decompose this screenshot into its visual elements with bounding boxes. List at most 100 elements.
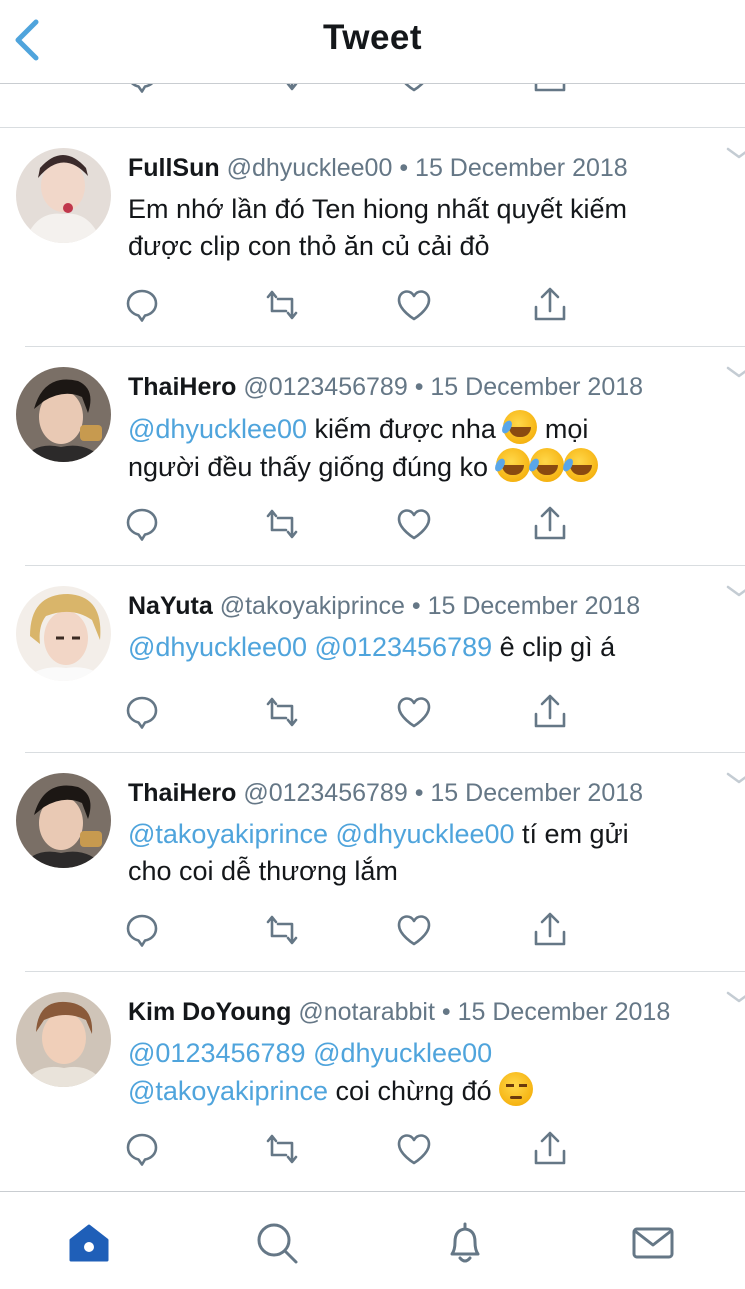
display-name[interactable]: NaYuta xyxy=(128,592,213,620)
bell-icon xyxy=(450,1222,480,1263)
mention-link[interactable]: @0123456789 xyxy=(128,1038,306,1068)
retweet-button[interactable] xyxy=(262,1129,302,1169)
separator: • xyxy=(414,373,424,401)
reply-icon xyxy=(131,84,154,93)
tweet[interactable]: ThaiHero @0123456789 • 15 December 2018 … xyxy=(16,347,745,566)
tweet-actions xyxy=(0,504,745,544)
reply-button[interactable] xyxy=(122,84,162,96)
avatar[interactable] xyxy=(16,586,111,681)
reply-button[interactable] xyxy=(122,910,162,950)
share-button[interactable] xyxy=(530,692,570,732)
share-icon xyxy=(534,84,566,92)
reply-feed: FullSun @dhyucklee00 • 15 December 2018 … xyxy=(0,128,745,1191)
like-button[interactable] xyxy=(394,84,434,96)
share-icon xyxy=(534,694,566,728)
avatar[interactable] xyxy=(16,148,111,243)
like-button[interactable] xyxy=(394,504,434,544)
like-button[interactable] xyxy=(394,285,434,325)
previous-tweet-actions xyxy=(0,84,745,128)
tweet[interactable]: ThaiHero @0123456789 • 15 December 2018 … xyxy=(16,753,745,972)
bottom-tab-bar xyxy=(0,1191,745,1289)
share-button[interactable] xyxy=(530,84,570,96)
avatar[interactable] xyxy=(16,992,111,1087)
share-icon xyxy=(534,912,566,946)
share-button[interactable] xyxy=(530,504,570,544)
mention-link[interactable]: @dhyucklee00 xyxy=(128,632,307,662)
heart-icon xyxy=(397,1134,431,1165)
avatar[interactable] xyxy=(16,773,111,868)
retweet-button[interactable] xyxy=(262,504,302,544)
like-button[interactable] xyxy=(394,910,434,950)
username[interactable]: @takoyakiprince xyxy=(220,592,405,620)
mention-link[interactable]: @0123456789 xyxy=(315,632,493,662)
tweet[interactable]: FullSun @dhyucklee00 • 15 December 2018 … xyxy=(16,128,745,347)
reply-icon xyxy=(126,1133,158,1166)
display-name[interactable]: ThaiHero xyxy=(128,779,236,807)
chevron-down-icon[interactable] xyxy=(726,584,745,598)
retweet-button[interactable] xyxy=(262,910,302,950)
like-button[interactable] xyxy=(394,692,434,732)
tweet-text-line: được clip con thỏ ăn củ cải đỏ xyxy=(128,231,490,261)
display-name[interactable]: ThaiHero xyxy=(128,373,236,401)
timestamp: 15 December 2018 xyxy=(457,998,671,1026)
username[interactable]: @dhyucklee00 xyxy=(227,154,393,182)
tweet-actions xyxy=(0,910,745,950)
laughing-emoji-icon xyxy=(503,410,538,444)
retweet-icon xyxy=(266,915,298,945)
separator: • xyxy=(414,779,424,807)
display-name[interactable]: FullSun xyxy=(128,154,220,182)
reply-button[interactable] xyxy=(122,504,162,544)
tweet-text-segment: coi chừng đó xyxy=(328,1076,500,1106)
tweet-text: Em nhớ lần đó Ten hiong nhất quyết kiếm … xyxy=(128,191,728,265)
reply-button[interactable] xyxy=(122,1129,162,1169)
tab-notifications[interactable] xyxy=(442,1220,488,1266)
mention-link[interactable]: @takoyakiprince xyxy=(128,1076,328,1106)
retweet-button[interactable] xyxy=(262,692,302,732)
chevron-down-icon[interactable] xyxy=(726,771,745,785)
chevron-down-icon[interactable] xyxy=(726,365,745,379)
tweet[interactable]: Kim DoYoung @notarabbit • 15 December 20… xyxy=(16,972,745,1191)
tweet[interactable]: NaYuta @takoyakiprince • 15 December 201… xyxy=(16,566,745,753)
mention-link[interactable]: @dhyucklee00 xyxy=(336,819,515,849)
retweet-icon xyxy=(286,84,298,91)
mention-link[interactable]: @takoyakiprince xyxy=(128,819,328,849)
reply-button[interactable] xyxy=(122,285,162,325)
display-name[interactable]: Kim DoYoung xyxy=(128,998,291,1026)
retweet-button[interactable] xyxy=(262,84,302,96)
username[interactable]: @0123456789 xyxy=(243,779,407,807)
laughing-emoji-icon xyxy=(563,448,598,482)
chevron-down-icon[interactable] xyxy=(726,990,745,1004)
share-button[interactable] xyxy=(530,285,570,325)
like-button[interactable] xyxy=(394,1129,434,1169)
mention-link[interactable]: @dhyucklee00 xyxy=(313,1038,492,1068)
retweet-icon xyxy=(266,509,298,539)
page-title: Tweet xyxy=(322,18,423,57)
username[interactable]: @0123456789 xyxy=(243,373,407,401)
retweet-button[interactable] xyxy=(262,285,302,325)
heart-icon xyxy=(397,915,431,946)
avatar[interactable] xyxy=(16,367,111,462)
tweet-actions xyxy=(0,692,745,732)
tweet-actions xyxy=(0,285,745,325)
tweet-text-segment: ê clip gì á xyxy=(492,632,616,662)
timestamp: 15 December 2018 xyxy=(430,373,644,401)
retweet-icon xyxy=(266,697,298,727)
tweet-text-segment: tí em gửi xyxy=(514,819,629,849)
tab-home[interactable] xyxy=(66,1220,112,1266)
share-button[interactable] xyxy=(530,910,570,950)
tab-messages[interactable] xyxy=(630,1220,676,1266)
separator: • xyxy=(411,592,421,620)
top-bar: Tweet xyxy=(0,0,745,84)
share-icon xyxy=(534,506,566,540)
username[interactable]: @notarabbit xyxy=(298,998,435,1026)
search-icon xyxy=(257,1223,298,1264)
heart-icon xyxy=(397,509,431,540)
reply-icon xyxy=(126,289,158,322)
tweet-text-segment: mọi xyxy=(537,414,589,444)
mention-link[interactable]: @dhyucklee00 xyxy=(128,414,307,444)
tab-search[interactable] xyxy=(254,1220,300,1266)
share-button[interactable] xyxy=(530,1129,570,1169)
chevron-down-icon[interactable] xyxy=(726,146,745,160)
reply-button[interactable] xyxy=(122,692,162,732)
timestamp: 15 December 2018 xyxy=(427,592,641,620)
